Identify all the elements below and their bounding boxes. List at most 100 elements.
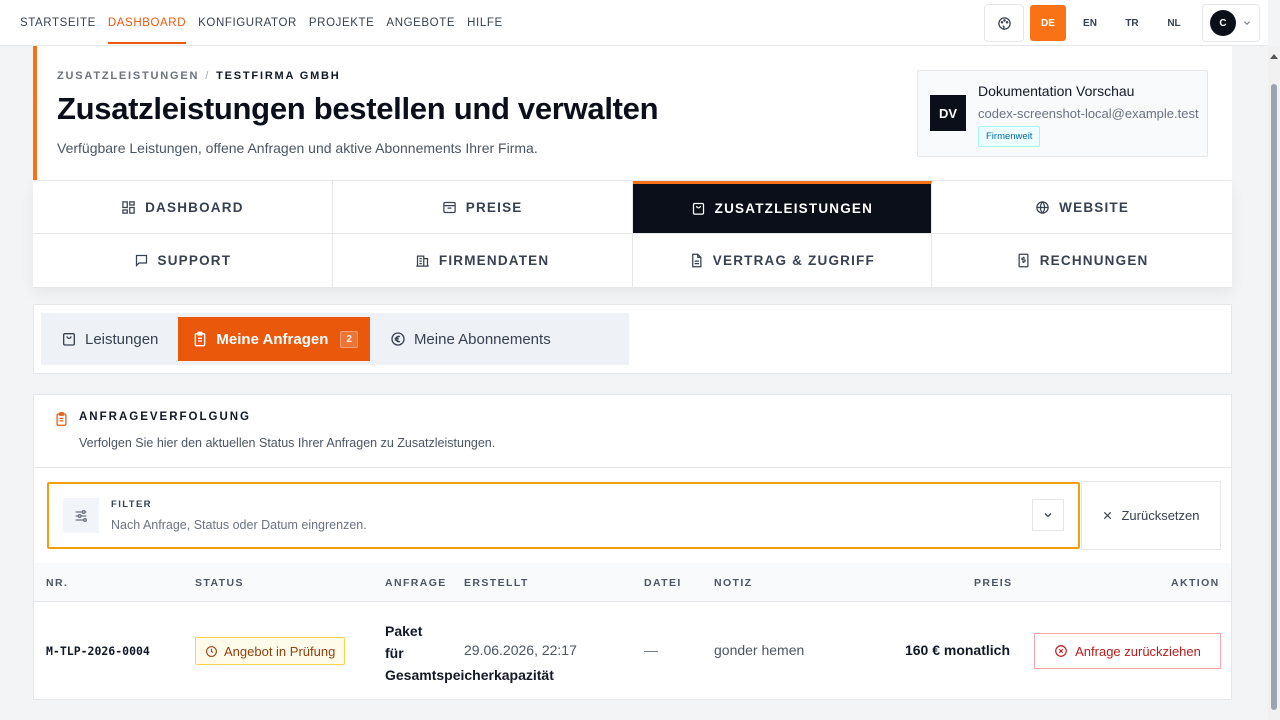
nav-link-projekte[interactable]: PROJEKTE	[309, 0, 375, 46]
tab-leistungen[interactable]: Leistungen	[41, 317, 178, 361]
scrollbar-thumb[interactable]	[1271, 84, 1277, 710]
nav-link-dashboard[interactable]: DASHBOARD	[107, 0, 187, 46]
page-subtitle: Verfügbare Leistungen, offene Anfragen u…	[57, 140, 538, 156]
nav-link-konfigurator[interactable]: KONFIGURATOR	[198, 0, 297, 46]
top-navigation: STARTSEITE DASHBOARD KONFIGURATOR PROJEK…	[0, 0, 1268, 46]
clipboard-icon	[56, 412, 67, 426]
price-cell: 160 € monatlich	[904, 642, 1010, 658]
note-cell: gonder hemen	[714, 642, 805, 658]
section-tab-website[interactable]: WEBSITE	[932, 181, 1232, 234]
sub-tabs-card: Leistungen Meine Anfragen 2 Meine Abonne…	[33, 304, 1232, 374]
section-tab-label: FIRMENDATEN	[438, 253, 550, 268]
filter-panel[interactable]: FILTER Nach Anfrage, Status oder Datum e…	[47, 482, 1080, 549]
column-header-status: STATUS	[195, 577, 244, 589]
avatar: C	[1210, 10, 1236, 36]
main-menu: STARTSEITE DASHBOARD KONFIGURATOR PROJEK…	[20, 0, 503, 46]
status-text: Angebot in Prüfung	[224, 643, 336, 659]
withdraw-label: Anfrage zurückziehen	[1075, 643, 1201, 659]
request-number: M-TLP-2026-0004	[46, 644, 150, 658]
chat-icon	[135, 254, 147, 268]
nav-link-angebote[interactable]: ANGEBOTE	[386, 0, 455, 46]
language-tr-button[interactable]: TR	[1114, 5, 1150, 41]
profile-initials: DV	[930, 95, 966, 131]
page-scrollbar[interactable]	[1268, 46, 1280, 720]
created-date: 29.06.2026, 22:17	[464, 642, 577, 658]
reset-filter-button[interactable]: Zurücksetzen	[1081, 481, 1221, 550]
profile-name: Dokumentation Vorschau	[978, 83, 1135, 99]
request-name-line: Paket	[385, 623, 423, 639]
cancel-circle-icon	[1055, 645, 1067, 657]
table-header: NR. STATUS ANFRAGE ERSTELLT DATEI NOTIZ …	[34, 563, 1231, 602]
close-icon	[1104, 511, 1112, 520]
sub-tabs: Leistungen Meine Anfragen 2 Meine Abonne…	[41, 313, 629, 365]
profile-email: codex-screenshot-local@example.test	[978, 106, 1199, 121]
page-title: Zusatzleistungen bestellen und verwalten	[57, 91, 659, 126]
section-tab-rechnungen[interactable]: RECHNUNGEN	[932, 234, 1232, 288]
nav-link-hilfe[interactable]: HILFE	[467, 0, 503, 46]
request-name-line: Gesamtspeicherkapazität	[385, 667, 554, 683]
profile-card: DV Dokumentation Vorschau codex-screensh…	[917, 70, 1208, 157]
euro-icon	[391, 332, 405, 346]
count-badge: 2	[340, 330, 358, 348]
filter-label: FILTER	[111, 499, 152, 510]
divider	[34, 467, 1231, 468]
section-title: ANFRAGEVERFOLGUNG	[79, 411, 251, 423]
breadcrumb-item-company: TESTFIRMA GMBH	[216, 70, 341, 82]
globe-icon	[1036, 200, 1049, 214]
section-tab-label: PREISE	[465, 199, 523, 215]
language-en-button[interactable]: EN	[1072, 5, 1108, 41]
clock-icon	[206, 645, 217, 657]
section-tab-preise[interactable]: PREISE	[332, 181, 633, 234]
section-tab-label: SUPPORT	[157, 253, 232, 268]
user-menu-button[interactable]: C	[1202, 4, 1260, 42]
section-navigation: DASHBOARD PREISE ZUSATZLEISTUNGEN WEBSIT…	[33, 180, 1232, 288]
tab-meine-abonnements[interactable]: Meine Abonnements	[370, 317, 571, 361]
section-tab-firmendaten[interactable]: FIRMENDATEN	[332, 234, 633, 288]
clipboard-icon	[195, 331, 206, 347]
scope-badge: Firmenweit	[978, 126, 1041, 147]
language-de-button[interactable]: DE	[1030, 5, 1066, 41]
palette-icon	[997, 16, 1011, 30]
section-tab-label: ZUSATZLEISTUNGEN	[714, 201, 874, 216]
top-right-controls: DE EN TR NL C	[984, 4, 1260, 42]
box-icon	[443, 201, 456, 213]
invoice-icon	[1018, 253, 1029, 268]
tab-meine-anfragen[interactable]: Meine Anfragen 2	[178, 317, 370, 361]
page-header: ZUSATZLEISTUNGEN / TESTFIRMA GMBH Zusatzle…	[33, 46, 1232, 180]
language-nl-button[interactable]: NL	[1156, 5, 1192, 41]
sliders-icon	[63, 498, 99, 533]
nav-link-startseite[interactable]: STARTSEITE	[20, 0, 96, 46]
tab-label: Meine Abonnements	[413, 330, 551, 348]
filter-expand-button[interactable]	[1032, 499, 1064, 531]
section-tab-zusatzleistungen[interactable]: ZUSATZLEISTUNGEN	[632, 181, 933, 234]
section-tab-label: DASHBOARD	[145, 199, 244, 215]
column-header-aktion: AKTION	[1171, 577, 1220, 589]
section-tab-vertrag-zugriff[interactable]: VERTRAG & ZUGRIFF	[632, 234, 933, 288]
table-row: M-TLP-2026-0004 Angebot in Prüfung Paket…	[34, 602, 1231, 700]
file-cell: —	[644, 642, 658, 658]
breadcrumb: ZUSATZLEISTUNGEN / TESTFIRMA GMBH	[57, 70, 341, 82]
chevron-down-icon	[1044, 513, 1052, 518]
reset-label: Zurücksetzen	[1121, 508, 1200, 523]
section-tab-support[interactable]: SUPPORT	[33, 234, 333, 288]
filter-hint: Nach Anfrage, Status oder Datum eingrenz…	[111, 518, 367, 532]
section-tab-label: RECHNUNGEN	[1039, 253, 1149, 268]
column-header-notiz: NOTIZ	[714, 577, 753, 589]
chevron-down-icon	[1244, 21, 1250, 25]
section-tab-label: VERTRAG & ZUGRIFF	[712, 253, 875, 268]
shopping-bag-icon	[63, 333, 75, 346]
request-tracking-card: ANFRAGEVERFOLGUNG Verfolgen Sie hier den…	[33, 394, 1232, 700]
scroll-up-arrow-icon[interactable]	[1270, 54, 1278, 59]
withdraw-request-button[interactable]: Anfrage zurückziehen	[1034, 633, 1221, 669]
document-icon	[691, 253, 702, 268]
column-header-nr: NR.	[46, 577, 69, 589]
column-header-erstellt: ERSTELLT	[464, 577, 529, 589]
breadcrumb-item-section[interactable]: ZUSATZLEISTUNGEN	[57, 70, 199, 82]
section-subtitle: Verfolgen Sie hier den aktuellen Status …	[79, 436, 496, 450]
tab-label: Leistungen	[85, 330, 159, 348]
column-header-preis: PREIS	[974, 577, 1013, 589]
theme-toggle-button[interactable]	[984, 4, 1024, 42]
section-tab-dashboard[interactable]: DASHBOARD	[33, 181, 333, 234]
shopping-bag-icon	[692, 202, 704, 215]
column-header-anfrage: ANFRAGE	[385, 577, 447, 589]
